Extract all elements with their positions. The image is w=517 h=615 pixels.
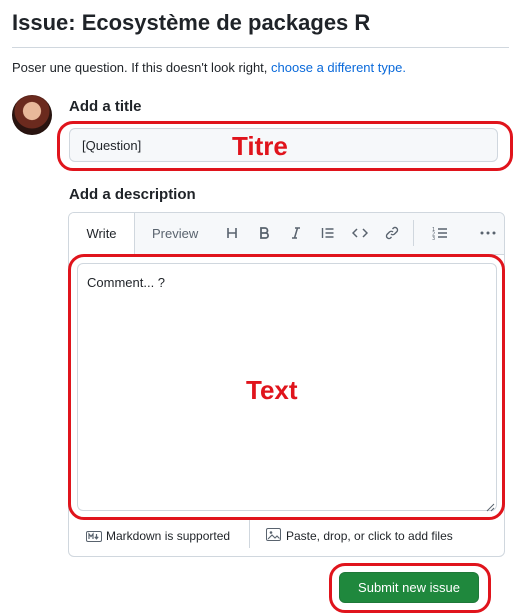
markdown-supported-link[interactable]: Markdown is supported <box>106 529 230 543</box>
text-annotation-label: Text <box>246 375 298 405</box>
bold-icon[interactable] <box>254 223 274 243</box>
attach-files-button[interactable]: Paste, drop, or click to add files <box>286 529 453 543</box>
title-label: Add a title <box>69 98 142 115</box>
tab-preview[interactable]: Preview <box>152 226 198 241</box>
heading-icon[interactable] <box>222 223 242 243</box>
link-icon[interactable] <box>382 223 402 243</box>
footer-divider <box>249 520 250 548</box>
issue-type-note: Poser une question. If this doesn't look… <box>12 60 406 75</box>
submit-annotation-box <box>329 563 491 613</box>
italic-icon[interactable] <box>286 223 306 243</box>
choose-type-link[interactable]: choose a different type. <box>271 60 406 75</box>
tab-write[interactable]: Write <box>69 213 135 255</box>
code-icon[interactable] <box>350 223 370 243</box>
quote-icon[interactable] <box>318 223 338 243</box>
title-divider <box>12 47 509 48</box>
image-icon <box>266 528 281 546</box>
svg-text:3: 3 <box>432 236 435 240</box>
toolbar-separator <box>413 220 414 246</box>
page-title: Issue: Ecosystème de packages R <box>12 10 371 35</box>
more-icon[interactable] <box>478 223 498 243</box>
markdown-icon <box>86 529 102 547</box>
description-label: Add a description <box>69 186 196 203</box>
ordered-list-icon[interactable]: 123 <box>430 223 450 243</box>
issue-type-text: Poser une question. If this doesn't look… <box>12 60 272 75</box>
title-annotation-label: Titre <box>232 131 288 161</box>
user-avatar <box>12 95 52 135</box>
